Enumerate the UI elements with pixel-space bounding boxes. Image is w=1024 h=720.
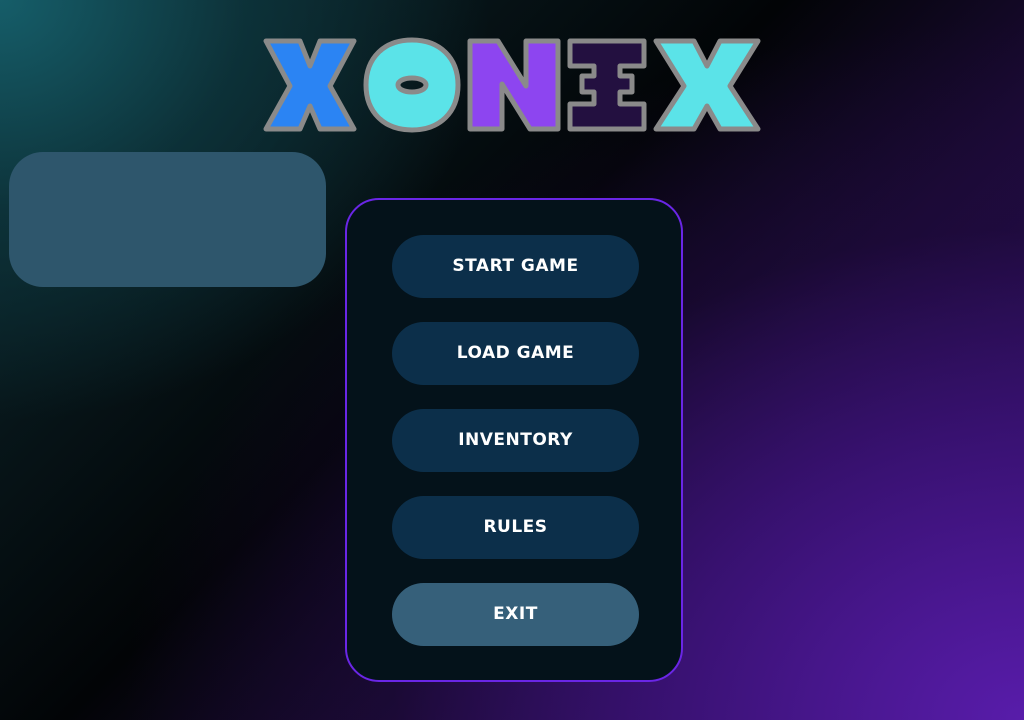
title-letter-x-2: [653, 38, 761, 132]
game-title-logo: [262, 36, 762, 136]
title-letter-n: [467, 38, 561, 132]
load-game-button[interactable]: LOAD GAME: [392, 322, 639, 385]
rules-button[interactable]: RULES: [392, 496, 639, 559]
title-letter-o: [363, 37, 461, 133]
title-letter-x: [263, 38, 357, 132]
info-panel: [9, 152, 326, 287]
exit-button[interactable]: EXIT: [392, 583, 639, 646]
start-game-button[interactable]: START GAME: [392, 235, 639, 298]
main-menu-panel: START GAME LOAD GAME INVENTORY RULES EXI…: [345, 198, 683, 682]
title-letter-i: [567, 38, 647, 132]
inventory-button[interactable]: INVENTORY: [392, 409, 639, 472]
